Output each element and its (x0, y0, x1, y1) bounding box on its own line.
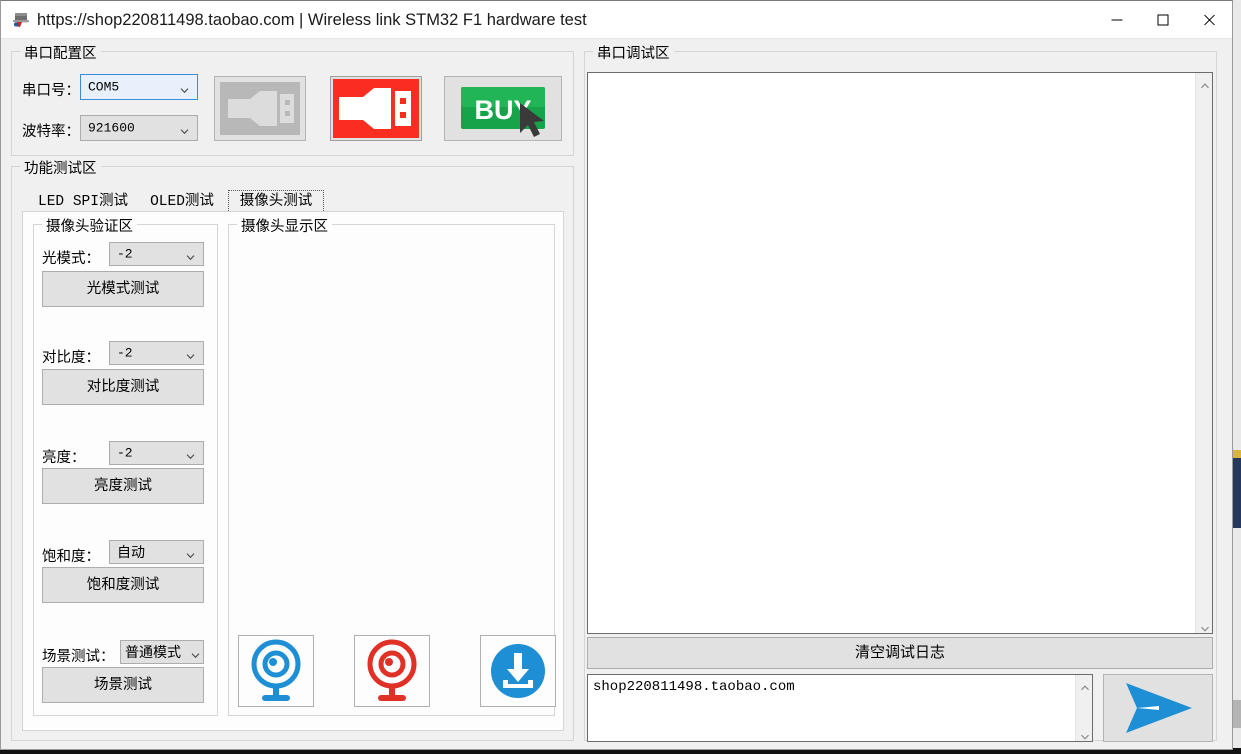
baud-value: 921600 (88, 120, 135, 136)
title-bar: https://shop220811498.taobao.com | Wirel… (1, 1, 1232, 39)
brightness-value: -2 (117, 445, 133, 461)
baud-label: 波特率： (22, 124, 80, 140)
contrast-test-button[interactable]: 对比度测试 (42, 369, 204, 405)
debug-log-output[interactable] (587, 72, 1213, 634)
brightness-combobox[interactable]: -2 (109, 441, 204, 465)
contrast-value: -2 (117, 345, 133, 361)
bg-band-2 (1233, 458, 1241, 528)
chevron-down-icon (180, 84, 189, 94)
saturation-test-button[interactable]: 饱和度测试 (42, 567, 204, 603)
light-mode-label: 光模式： (42, 251, 100, 267)
serial-debug-group: 串口调试区 清空调试日志 shop220811498.taobao.com (584, 42, 1217, 742)
chevron-down-icon (186, 450, 195, 460)
minimize-icon (1111, 19, 1123, 21)
clear-debug-log-button[interactable]: 清空调试日志 (587, 637, 1213, 669)
close-icon (1203, 14, 1216, 27)
serial-config-group: 串口配置区 串口号： COM5 波特率： 921600 BUY (11, 42, 574, 156)
chevron-down-icon (180, 125, 189, 135)
function-test-title: 功能测试区 (20, 157, 101, 178)
chevron-down-icon (191, 649, 200, 659)
bg-band-1 (1233, 450, 1241, 458)
scene-label: 场景测试： (42, 649, 115, 665)
send-button[interactable] (1103, 674, 1213, 742)
camera-display-title: 摄像头显示区 (237, 215, 332, 236)
maximize-icon (1157, 14, 1169, 26)
application-window: https://shop220811498.taobao.com | Wirel… (0, 0, 1233, 750)
close-button[interactable] (1186, 1, 1232, 39)
brightness-test-button[interactable]: 亮度测试 (42, 468, 204, 504)
usb-connect-icon (331, 79, 421, 140)
scene-value: 普通模式 (125, 644, 181, 660)
scene-combobox[interactable]: 普通模式 (120, 640, 204, 664)
light-mode-combobox[interactable]: -2 (109, 242, 204, 266)
baud-combobox[interactable]: 921600 (80, 115, 198, 141)
camera-stop-button[interactable] (354, 635, 430, 707)
brightness-label: 亮度： (42, 450, 86, 466)
saturation-value: 自动 (117, 544, 145, 560)
camera-verify-group: 摄像头验证区 光模式： -2 光模式测试 对比度： -2 对比度测试 亮度： -… (33, 215, 218, 716)
chevron-down-icon (1200, 620, 1209, 632)
send-input-scrollbar[interactable] (1075, 675, 1092, 741)
camera-verify-title: 摄像头验证区 (42, 215, 137, 236)
contrast-combobox[interactable]: -2 (109, 341, 204, 365)
light-mode-value: -2 (117, 246, 133, 262)
scroll-down-button[interactable] (1196, 616, 1213, 633)
port-value: COM5 (88, 79, 120, 95)
debug-log-scrollbar[interactable] (1195, 73, 1212, 633)
scene-test-button[interactable]: 场景测试 (42, 667, 204, 703)
usb-disconnected-icon (215, 82, 305, 140)
chevron-down-icon (1080, 728, 1089, 740)
function-test-group: 功能测试区 LED SPI测试 OLED测试 摄像头测试 摄像头验证区 光模式：… (11, 157, 574, 741)
buy-button[interactable]: BUY (444, 76, 562, 141)
chevron-down-icon (186, 549, 195, 559)
contrast-label: 对比度： (42, 350, 100, 366)
chevron-down-icon (186, 251, 195, 261)
send-scroll-up-button[interactable] (1076, 675, 1093, 692)
minimize-button[interactable] (1094, 1, 1140, 39)
camera-start-icon (239, 639, 313, 710)
camera-stop-icon (355, 639, 429, 710)
tab-led-spi[interactable]: LED SPI测试 (30, 192, 136, 212)
chevron-up-icon (1200, 77, 1209, 88)
light-mode-test-button[interactable]: 光模式测试 (42, 271, 204, 307)
port-combobox[interactable]: COM5 (80, 74, 198, 100)
download-icon (481, 644, 555, 710)
scroll-up-button[interactable] (1196, 73, 1213, 90)
serial-config-title: 串口配置区 (20, 42, 101, 63)
tab-camera[interactable]: 摄像头测试 (228, 190, 324, 213)
tab-oled[interactable]: OLED测试 (140, 192, 224, 212)
usb-connect-button[interactable] (330, 76, 422, 141)
send-scroll-down-button[interactable] (1076, 724, 1093, 741)
camera-test-tabpage: 摄像头验证区 光模式： -2 光模式测试 对比度： -2 对比度测试 亮度： -… (22, 211, 564, 731)
maximize-button[interactable] (1140, 1, 1186, 39)
buy-icon: BUY (445, 87, 561, 140)
send-arrow-icon (1104, 683, 1212, 745)
usb-disconnected-button[interactable] (214, 76, 306, 141)
background-window-sliver (1233, 0, 1241, 754)
bg-band-3 (1233, 700, 1241, 728)
saturation-label: 饱和度： (42, 549, 100, 565)
camera-start-button[interactable] (238, 635, 314, 707)
chevron-down-icon (186, 350, 195, 360)
serial-debug-title: 串口调试区 (593, 42, 674, 63)
port-label: 串口号： (22, 83, 80, 99)
download-button[interactable] (480, 635, 556, 707)
window-title: https://shop220811498.taobao.com | Wirel… (37, 11, 587, 29)
send-text-input[interactable]: shop220811498.taobao.com (587, 674, 1093, 742)
saturation-combobox[interactable]: 自动 (109, 540, 204, 564)
send-text-value: shop220811498.taobao.com (593, 679, 795, 695)
camera-display-group: 摄像头显示区 (228, 215, 556, 716)
chevron-up-icon (1080, 679, 1089, 690)
test-tabstrip: LED SPI测试 OLED测试 摄像头测试 (22, 190, 564, 213)
serial-device-icon (11, 10, 31, 30)
